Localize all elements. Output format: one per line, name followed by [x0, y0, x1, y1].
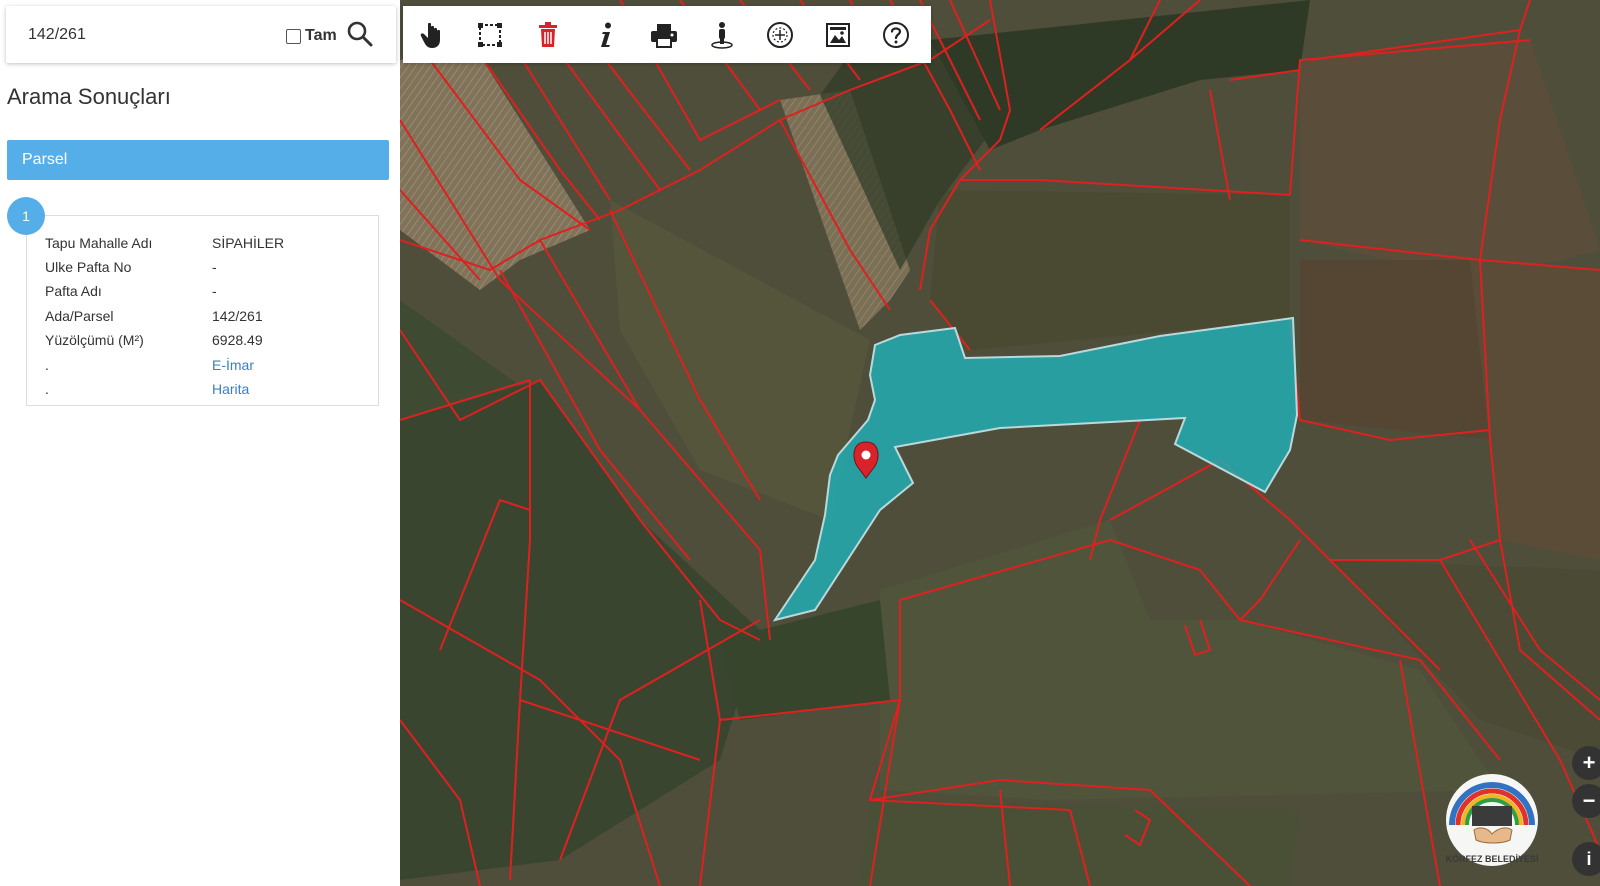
field-key: .	[45, 381, 49, 397]
tam-label: Tam	[305, 27, 337, 44]
parcel-search-input[interactable]	[26, 20, 250, 50]
logo-text: KÖRFEZ BELEDİYESİ	[1445, 854, 1538, 864]
field-row-pafta-adi: Pafta Adı -	[45, 283, 375, 303]
field-value: -	[212, 259, 217, 275]
print-icon	[651, 23, 677, 48]
field-key: .	[45, 357, 49, 373]
field-value: 6928.49	[212, 332, 263, 348]
field-key: Yüzölçümü (M²)	[45, 332, 144, 348]
info-button[interactable]	[577, 6, 635, 63]
export-image-button[interactable]	[809, 6, 867, 63]
field-key: Pafta Adı	[45, 283, 102, 299]
search-icon	[347, 21, 373, 47]
map-canvas[interactable]	[400, 0, 1600, 886]
field-key: Ulke Pafta No	[45, 259, 132, 275]
left-panel: Tam Arama Sonuçları Parsel Tapu Mahalle …	[0, 0, 400, 886]
measure-icon	[767, 21, 793, 48]
box-select-button[interactable]	[461, 6, 519, 63]
street-view-button[interactable]	[693, 6, 751, 63]
help-button[interactable]	[867, 6, 925, 63]
field-value: -	[212, 283, 217, 299]
zoom-out-button[interactable]: −	[1572, 784, 1600, 818]
info-icon	[601, 22, 611, 47]
field-row-e-imar: . E-İmar	[45, 357, 375, 377]
field-row-ulke-pafta: Ulke Pafta No -	[45, 259, 375, 279]
zoom-in-button[interactable]: +	[1572, 746, 1600, 780]
result-number-badge: 1	[7, 197, 45, 235]
print-button[interactable]	[635, 6, 693, 63]
select-box-icon	[478, 22, 502, 47]
parsel-section-header[interactable]: Parsel	[7, 140, 389, 180]
map-view[interactable]: + − i	[400, 0, 1600, 886]
field-row-harita: . Harita	[45, 381, 375, 401]
field-value: 142/261	[212, 308, 263, 324]
e-imar-link[interactable]: E-İmar	[212, 357, 254, 373]
map-toolbar	[403, 6, 931, 63]
search-box: Tam	[6, 6, 396, 63]
municipality-seal-icon: KÖRFEZ BELEDİYESİ	[1445, 774, 1539, 866]
measure-button[interactable]	[751, 6, 809, 63]
harita-link[interactable]: Harita	[212, 381, 249, 397]
trash-icon	[539, 21, 557, 47]
street-view-icon	[711, 21, 733, 49]
clear-button[interactable]	[519, 6, 577, 63]
results-title: Arama Sonuçları	[7, 84, 171, 109]
field-key: Ada/Parsel	[45, 308, 114, 324]
field-row-yuzolcumu: Yüzölçümü (M²) 6928.49	[45, 332, 375, 352]
tam-checkbox-wrap[interactable]: Tam	[286, 26, 337, 46]
help-icon	[883, 21, 909, 48]
result-card: Tapu Mahalle Adı SİPAHİLER Ulke Pafta No…	[26, 215, 379, 406]
korfez-belediyesi-logo: KÖRFEZ BELEDİYESİ	[1440, 770, 1544, 874]
hand-pan-icon	[420, 22, 440, 48]
field-row-ada-parsel: Ada/Parsel 142/261	[45, 308, 375, 328]
map-info-button[interactable]: i	[1572, 842, 1600, 876]
field-row-tapu-mahalle: Tapu Mahalle Adı SİPAHİLER	[45, 235, 375, 255]
search-button[interactable]	[346, 20, 376, 50]
tam-checkbox[interactable]	[286, 28, 301, 44]
field-key: Tapu Mahalle Adı	[45, 235, 153, 251]
field-value: SİPAHİLER	[212, 235, 285, 251]
image-export-icon	[826, 22, 850, 47]
pan-tool-button[interactable]	[403, 6, 461, 63]
